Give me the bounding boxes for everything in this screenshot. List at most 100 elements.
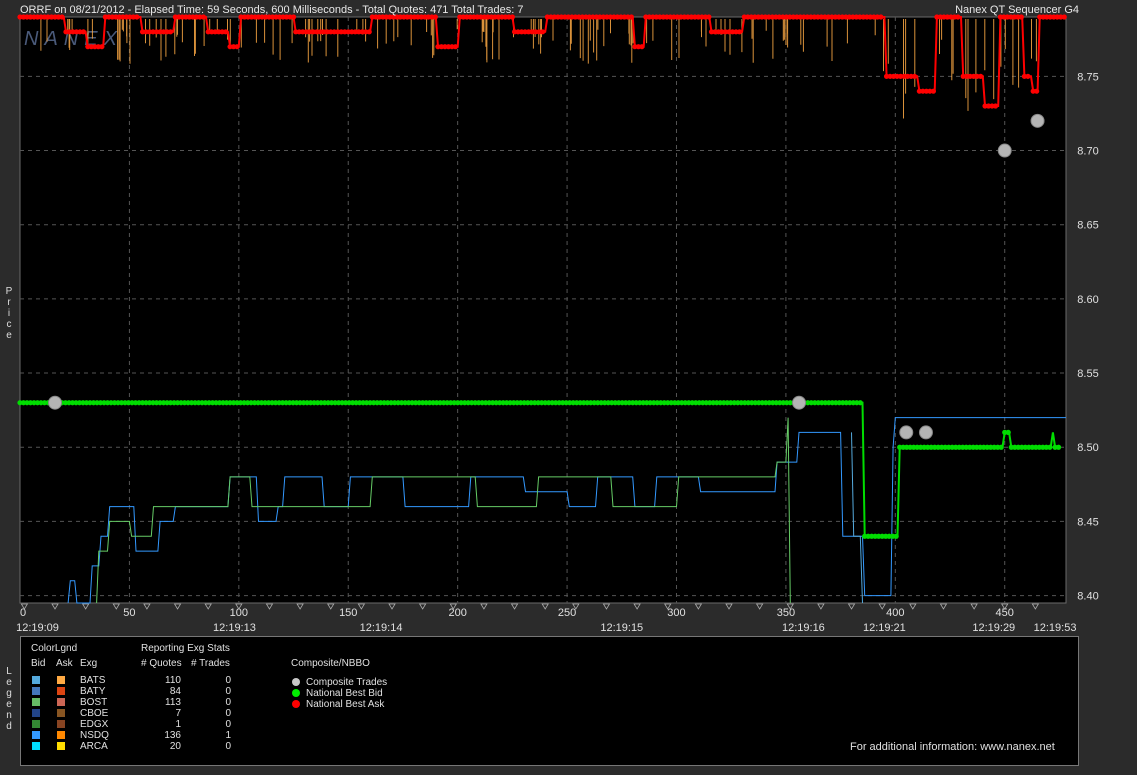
bid-swatch-bats [32, 676, 40, 684]
x-tick-label: 50 [123, 607, 135, 619]
time-marker [694, 603, 703, 610]
x-tick-label: 250 [558, 607, 576, 619]
trade-count: 0 [225, 719, 231, 730]
quote-count: 7 [175, 708, 181, 719]
national-best-ask-dot [80, 29, 87, 35]
time-marker [817, 603, 825, 610]
time-marker [112, 603, 120, 610]
trade-count: 1 [225, 730, 231, 741]
national-best-bid-dot [857, 400, 863, 406]
time-marker [602, 603, 611, 610]
national-best-ask-dot [911, 73, 918, 79]
trade-count: 0 [225, 686, 231, 697]
national-best-ask-dot [628, 14, 635, 20]
time-marker [510, 603, 519, 610]
exchange-name: CBOE [80, 708, 109, 719]
colorlgnd-title: ColorLgnd [31, 643, 78, 654]
quote-count: 20 [169, 741, 181, 752]
national-best-ask-dot [223, 29, 229, 35]
time-marker [388, 603, 396, 610]
time-label: 12:19:21 [863, 622, 906, 634]
ask-swatch-edgx [57, 720, 65, 728]
composite-trade-marker [1030, 113, 1045, 128]
national-best-ask-dot [366, 29, 372, 35]
x-tick-label: 300 [667, 607, 685, 619]
national-best-ask-dot [1034, 88, 1040, 94]
x-tick-label: 0 [20, 607, 26, 619]
composite-title: Composite/NBBO [291, 658, 370, 669]
col-trades-header: # Trades [191, 658, 230, 669]
composite-trade-marker [997, 143, 1012, 158]
composite-trade-marker [899, 425, 914, 440]
stats-title: Reporting Exg Stats [141, 643, 230, 654]
col-exg-header: Exg [80, 658, 98, 669]
national-best-bid-dot [893, 533, 899, 539]
composite-legend-dot [292, 700, 300, 708]
national-best-ask-dot [234, 44, 240, 50]
time-marker [357, 603, 366, 610]
time-marker [939, 603, 948, 610]
national-best-ask-dot [452, 44, 459, 50]
composite-legend-dot [292, 678, 300, 686]
ask-swatch-bost [57, 698, 65, 706]
bid-swatch-cboe [32, 709, 40, 717]
national-best-ask-dot [736, 29, 743, 35]
national-best-ask-dot [878, 14, 884, 20]
x-tick-label: 150 [339, 607, 357, 619]
national-best-bid-dot [1055, 444, 1062, 450]
time-marker [633, 603, 641, 610]
national-best-ask-dot [930, 88, 936, 94]
composite-trade-marker [918, 425, 933, 440]
national-best-bid-dot [1047, 444, 1053, 450]
ask-swatch-arca [57, 742, 65, 750]
time-label: 12:19:29 [972, 622, 1015, 634]
national-best-bid-dot [1005, 429, 1011, 435]
national-best-ask-dot [639, 44, 645, 50]
ask-swatch-baty [57, 687, 65, 695]
time-marker [480, 603, 488, 610]
national-best-ask-dot [1025, 73, 1031, 79]
trade-count: 0 [225, 697, 231, 708]
exchange-name: BOST [80, 697, 108, 708]
col-quotes-header: # Quotes [141, 658, 182, 669]
time-marker [1031, 603, 1040, 610]
national-best-ask-dot [978, 73, 984, 79]
national-best-ask-dot [99, 44, 105, 50]
time-marker [296, 603, 304, 610]
composite-legend-label: National Best Ask [306, 699, 385, 710]
footer-link-text: For additional information: www.nanex.ne… [850, 741, 1055, 753]
time-marker [265, 603, 274, 610]
time-label: 12:19:53 [1034, 622, 1077, 634]
quote-count: 113 [165, 697, 181, 708]
exchange-name: NSDQ [80, 730, 109, 741]
composite-legend-label: Composite Trades [306, 677, 388, 688]
x-tick-label: 200 [448, 607, 466, 619]
time-marker [541, 603, 549, 610]
time-marker [51, 603, 59, 610]
national-best-ask-dot [706, 14, 712, 20]
ask-swatch-cboe [57, 709, 65, 717]
national-best-ask-dot [539, 29, 546, 35]
y-tick-label: 8.75 [1077, 71, 1098, 83]
bid-swatch-arca [32, 742, 40, 750]
time-marker [173, 603, 182, 610]
time-label: 12:19:16 [782, 622, 825, 634]
time-marker [418, 603, 427, 610]
bid-swatch-bost [32, 698, 40, 706]
composite-legend-label: National Best Bid [306, 688, 383, 699]
legend-side-title: Legend [6, 666, 12, 732]
composite-trade-marker [792, 395, 807, 410]
composite-legend-dot [292, 689, 300, 697]
exchange-name: BATY [80, 686, 106, 697]
quote-count: 1 [175, 719, 181, 730]
bid-swatch-edgx [32, 720, 40, 728]
ask-swatch-bats [57, 676, 65, 684]
time-label: 12:19:09 [16, 622, 59, 634]
national-best-ask-dot [992, 103, 999, 109]
time-marker [878, 603, 886, 610]
y-tick-label: 8.65 [1077, 220, 1098, 232]
plot-area [19, 16, 1067, 604]
quote-count: 136 [164, 730, 181, 741]
trade-count: 0 [225, 675, 231, 686]
national-best-ask-dot [167, 29, 174, 35]
